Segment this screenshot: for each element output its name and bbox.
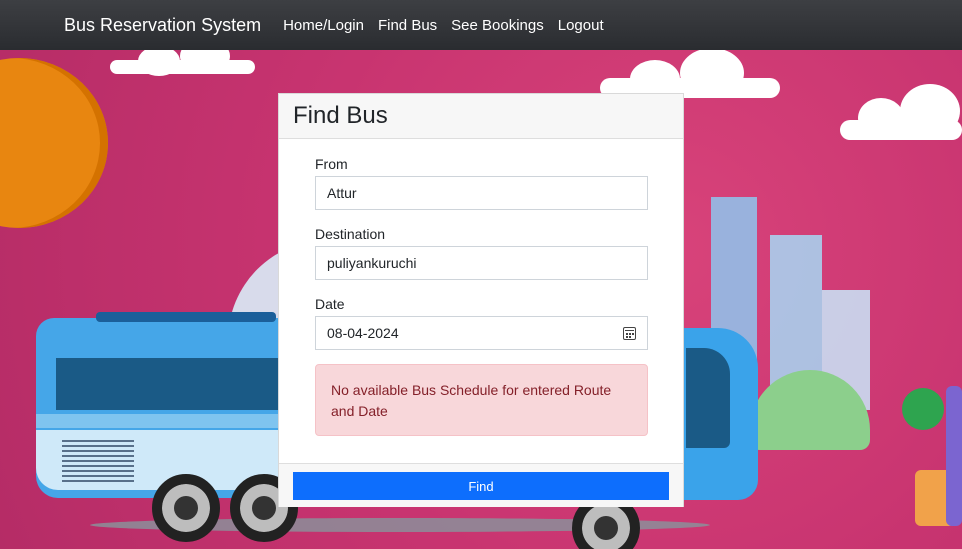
traveler-illustration <box>946 386 962 526</box>
bus-window <box>56 358 296 410</box>
from-value: Attur <box>327 185 357 201</box>
cloud-illustration <box>110 50 255 76</box>
bush-illustration <box>902 388 944 430</box>
date-value: 08-04-2024 <box>327 325 399 341</box>
calendar-icon[interactable] <box>623 326 636 340</box>
bus-windshield <box>686 348 730 448</box>
sun-illustration <box>0 58 108 228</box>
top-navbar: Bus Reservation System Home/Login Find B… <box>0 0 962 50</box>
destination-value: puliyankuruchi <box>327 255 417 271</box>
bus-stripe <box>36 414 296 428</box>
bus-grill <box>62 440 134 482</box>
page-title: Find Bus <box>293 102 388 129</box>
bus-left-illustration <box>36 312 296 498</box>
card-header: Find Bus <box>279 94 683 139</box>
no-schedule-alert: No available Bus Schedule for entered Ro… <box>315 364 648 436</box>
nav-link-find-bus[interactable]: Find Bus <box>378 17 437 34</box>
date-input[interactable]: 08-04-2024 <box>315 316 648 350</box>
card-footer: Find <box>279 463 683 507</box>
from-input[interactable]: Attur <box>315 176 648 210</box>
find-bus-form: From Attur Destination puliyankuruchi Da… <box>279 139 683 436</box>
from-label: From <box>315 156 348 172</box>
nav-link-home-login[interactable]: Home/Login <box>283 17 364 34</box>
bus-right-illustration <box>680 328 758 500</box>
destination-input[interactable]: puliyankuruchi <box>315 246 648 280</box>
wheel-illustration <box>152 474 220 542</box>
destination-field: Destination puliyankuruchi <box>315 226 648 280</box>
destination-label: Destination <box>315 226 386 242</box>
nav-link-see-bookings[interactable]: See Bookings <box>451 17 544 34</box>
find-bus-card: Find Bus From Attur Destination puliyank… <box>278 93 684 507</box>
brand-link[interactable]: Bus Reservation System <box>64 15 261 36</box>
cloud-illustration <box>840 84 962 140</box>
date-label: Date <box>315 296 345 312</box>
find-button[interactable]: Find <box>293 472 669 500</box>
nav-link-logout[interactable]: Logout <box>558 17 604 34</box>
from-field: From Attur <box>315 156 648 210</box>
date-field: Date 08-04-2024 <box>315 296 648 350</box>
bus-roof <box>96 312 276 322</box>
